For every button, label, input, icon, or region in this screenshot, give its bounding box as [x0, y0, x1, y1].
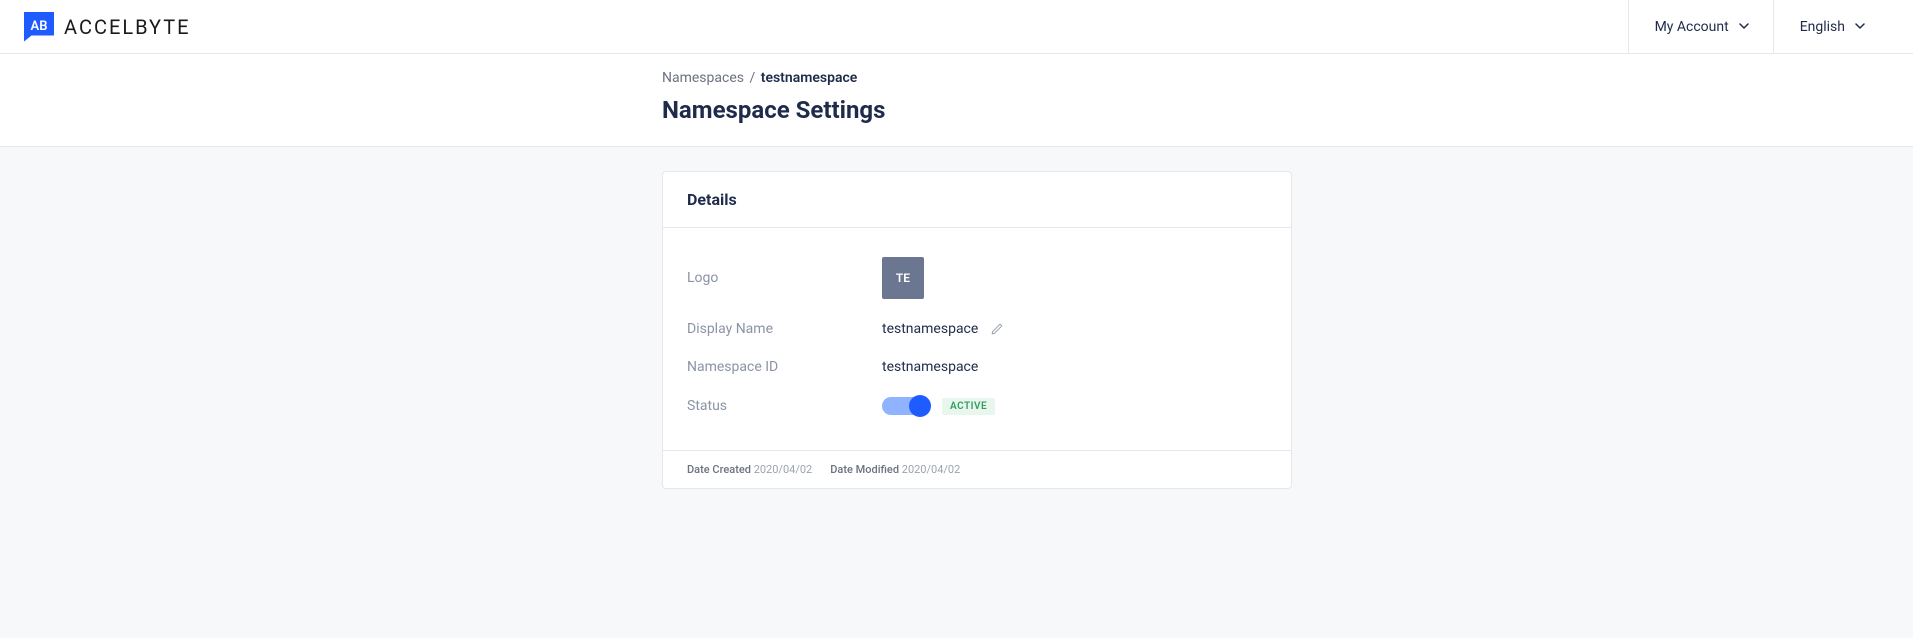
display-name-value: testnamespace — [882, 321, 978, 337]
field-namespace-id: Namespace ID testnamespace — [687, 348, 1267, 386]
logo-value: TE — [882, 257, 924, 299]
logo-label: Logo — [687, 270, 882, 286]
namespace-id-value: testnamespace — [882, 359, 978, 375]
status-toggle[interactable] — [882, 397, 930, 415]
breadcrumb-current: testnamespace — [761, 70, 858, 86]
pencil-icon[interactable] — [990, 322, 1004, 336]
logo-mark-icon: AB — [24, 12, 54, 42]
details-card: Details Logo TE Display Name testnamespa… — [662, 171, 1292, 489]
field-logo: Logo TE — [687, 246, 1267, 310]
display-name-label: Display Name — [687, 321, 882, 337]
language-menu[interactable]: English — [1773, 0, 1889, 53]
page-title: Namespace Settings — [662, 96, 1292, 124]
breadcrumb-parent-link[interactable]: Namespaces — [662, 70, 744, 86]
logo-tile[interactable]: TE — [882, 257, 924, 299]
chevron-down-icon — [1855, 23, 1863, 31]
display-name-value-wrap: testnamespace — [882, 321, 1004, 337]
page-top: Namespaces / testnamespace Namespace Set… — [0, 54, 1913, 147]
card-body: Logo TE Display Name testnamespace Names… — [663, 228, 1291, 450]
date-created-label: Date Created — [687, 463, 751, 476]
header-right: My Account English — [1628, 0, 1889, 53]
brand-logo[interactable]: AB ACCELBYTE — [24, 12, 191, 42]
date-modified-label: Date Modified — [830, 463, 899, 476]
status-label: Status — [687, 398, 882, 414]
breadcrumb: Namespaces / testnamespace — [662, 70, 1292, 86]
my-account-label: My Account — [1655, 19, 1729, 35]
breadcrumb-separator: / — [749, 70, 755, 86]
status-value-wrap: ACTIVE — [882, 397, 995, 415]
date-created-value: 2020/04/02 — [754, 463, 813, 476]
field-status: Status ACTIVE — [687, 386, 1267, 426]
top-header: AB ACCELBYTE My Account English — [0, 0, 1913, 54]
date-modified: Date Modified 2020/04/02 — [830, 463, 960, 476]
date-created: Date Created 2020/04/02 — [687, 463, 812, 476]
my-account-menu[interactable]: My Account — [1628, 0, 1773, 53]
logo-mark-text: AB — [31, 19, 48, 34]
language-label: English — [1800, 19, 1845, 35]
status-badge: ACTIVE — [942, 398, 995, 415]
chevron-down-icon — [1739, 23, 1747, 31]
card-footer: Date Created 2020/04/02 Date Modified 20… — [663, 450, 1291, 488]
content-area: Details Logo TE Display Name testnamespa… — [0, 147, 1913, 513]
namespace-id-label: Namespace ID — [687, 359, 882, 375]
field-display-name: Display Name testnamespace — [687, 310, 1267, 348]
brand-name: ACCELBYTE — [64, 15, 191, 39]
date-modified-value: 2020/04/02 — [902, 463, 961, 476]
toggle-knob — [909, 395, 931, 417]
card-title: Details — [663, 172, 1291, 228]
